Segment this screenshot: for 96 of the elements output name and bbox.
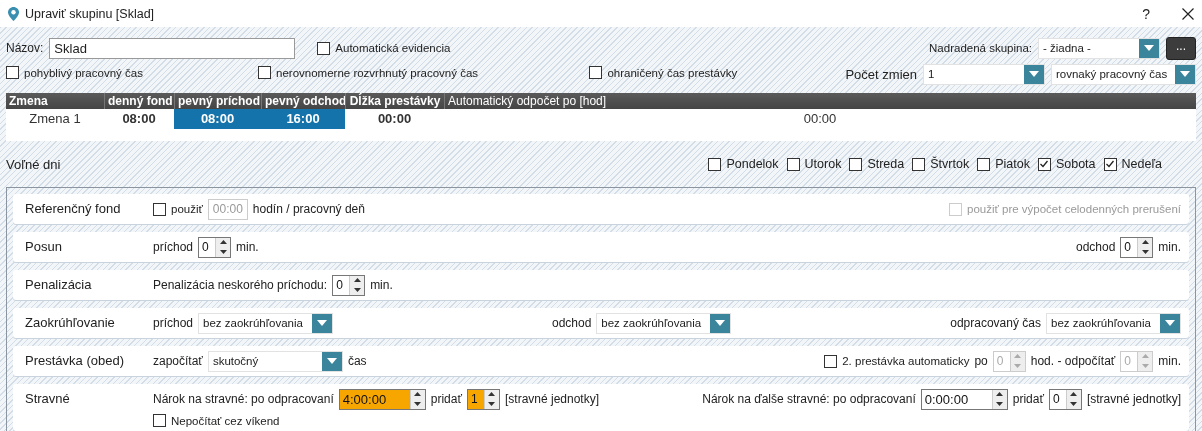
day-checkbox[interactable]: Utorok (786, 157, 842, 171)
table-cell: 08:00 (174, 109, 261, 129)
label: Nárok na ďalše stravné: po odpracovaní (702, 392, 916, 406)
checkbox[interactable]: 2. prestávka automaticky (824, 354, 970, 368)
checkbox[interactable]: nerovnomerne rozvrhnutý pracovný čas (258, 66, 479, 79)
up-arrow-icon[interactable] (1070, 392, 1078, 397)
day-checkbox[interactable]: Nedeľa (1103, 157, 1162, 171)
up-arrow-icon[interactable] (219, 240, 227, 245)
close-icon[interactable] (1182, 7, 1194, 20)
caret-icon (326, 358, 337, 364)
label: min. (1158, 240, 1181, 254)
check-icon (1105, 159, 1115, 169)
section-title: Prestávka (obed) (25, 352, 125, 370)
column-header: pevný odchod (261, 93, 345, 109)
down-arrow-icon[interactable] (414, 401, 422, 406)
dropdown[interactable]: rovnaký pracovný čas (1051, 63, 1196, 85)
label: [stravné jednotky] (504, 392, 600, 406)
dropdown[interactable]: bez zaokrúhľovania (596, 312, 732, 334)
label: hodín / pracovný deň (252, 202, 365, 216)
shift-count-label: Počet zmien (845, 66, 917, 82)
down-arrow-icon[interactable] (1070, 401, 1078, 406)
label: min. (1158, 354, 1181, 368)
dropdown[interactable]: bez zaokrúhľovania (1046, 312, 1181, 334)
day-checkbox[interactable]: Sobota (1037, 157, 1096, 171)
day-checkbox[interactable]: Pondelok (708, 157, 779, 171)
label: príchod (153, 316, 194, 330)
up-arrow-icon[interactable] (353, 278, 361, 283)
caret-icon (1029, 71, 1039, 77)
column-header: pevný príchod (174, 93, 261, 109)
checkbox[interactable]: Automatická evidencia (317, 41, 451, 55)
free-days-label: Voľné dni (6, 156, 61, 172)
label: min. (236, 240, 259, 254)
down-arrow-icon[interactable] (996, 401, 1004, 406)
day-checkbox[interactable]: Piatok (977, 157, 1030, 171)
section-title: Stravné (25, 390, 71, 408)
dropdown[interactable]: skutočný (207, 350, 343, 372)
checkbox[interactable]: ohraničený čas prestávky (589, 66, 738, 79)
checkbox[interactable]: pohyblivý pracovný čas (6, 66, 143, 79)
section-title: Zaokrúhľovanie (25, 314, 116, 332)
label: odchod (551, 316, 592, 330)
down-arrow-icon[interactable] (1141, 249, 1149, 254)
more-button[interactable]: ... (1166, 36, 1196, 60)
up-arrow-icon[interactable] (488, 392, 496, 397)
spin-field[interactable]: 0 (1120, 236, 1154, 258)
label: odchod (1075, 240, 1116, 254)
label: [stravné jednotky] (1086, 392, 1181, 406)
label: Penalizácia neskorého príchodu: (153, 278, 328, 292)
down-arrow-icon[interactable] (488, 401, 496, 406)
spin-field[interactable]: 0 (332, 274, 366, 296)
label: čas (347, 354, 367, 368)
checkbox[interactable]: Nepočítať cez víkend (153, 414, 280, 427)
down-arrow-icon[interactable] (353, 287, 361, 292)
day-checkbox[interactable]: Štvrtok (912, 157, 970, 171)
table-cell: 16:00 (261, 109, 345, 129)
column-header: Automatický odpočet po [hod] (444, 93, 1196, 109)
label: po (974, 354, 988, 368)
section-title: Penalizácia (25, 276, 93, 294)
caret-icon (1180, 71, 1190, 77)
spin-field[interactable]: 0:00:00 (920, 388, 1008, 410)
dropdown[interactable]: bez zaokrúhľovania (198, 312, 334, 334)
section-title: Referenčný fond (25, 200, 122, 218)
help-button[interactable]: ? (1142, 5, 1150, 22)
spin-field[interactable]: 1 (466, 388, 500, 410)
label: Nárok na stravné: po odpracovaní (153, 392, 334, 406)
parent-group-label: Nadradená skupina: (929, 42, 1032, 54)
up-arrow-icon[interactable] (414, 392, 422, 397)
pin-icon (8, 6, 19, 21)
name-field[interactable]: Sklad (49, 37, 296, 59)
column-header: Dĺžka prestávky (345, 93, 444, 109)
label: pridať (430, 392, 462, 406)
label: započítať (153, 354, 203, 368)
checkbox[interactable]: použiť (153, 202, 203, 216)
label: hod. - odpočítať (1030, 354, 1116, 368)
section-title: Posun (25, 238, 63, 256)
down-arrow-icon[interactable] (219, 249, 227, 254)
column-header: denný fond (104, 93, 174, 109)
up-arrow-icon[interactable] (996, 392, 1004, 397)
check-icon (1039, 159, 1050, 169)
window-title: Upraviť skupinu [Sklad] (25, 6, 156, 21)
caret-icon (715, 320, 726, 326)
up-arrow-icon[interactable] (1141, 240, 1149, 245)
name-label: Názov: (6, 41, 44, 55)
spin-field[interactable]: 0 (198, 236, 232, 258)
column-header: Zmena (6, 93, 104, 109)
label: príchod (153, 240, 194, 254)
label: min. (370, 278, 393, 292)
dropdown[interactable]: - žiadna - (1038, 37, 1160, 59)
day-checkbox[interactable]: Streda (849, 157, 905, 171)
spin-field[interactable]: 4:00:00 (338, 388, 426, 410)
caret-icon (317, 320, 328, 326)
dropdown[interactable]: 1 (923, 63, 1045, 85)
label: pridať (1012, 392, 1044, 406)
spin-field[interactable]: 0 (1048, 388, 1082, 410)
caret-icon (1144, 45, 1154, 51)
caret-icon (1165, 320, 1175, 326)
label: odpracovaný čas (950, 316, 1041, 330)
